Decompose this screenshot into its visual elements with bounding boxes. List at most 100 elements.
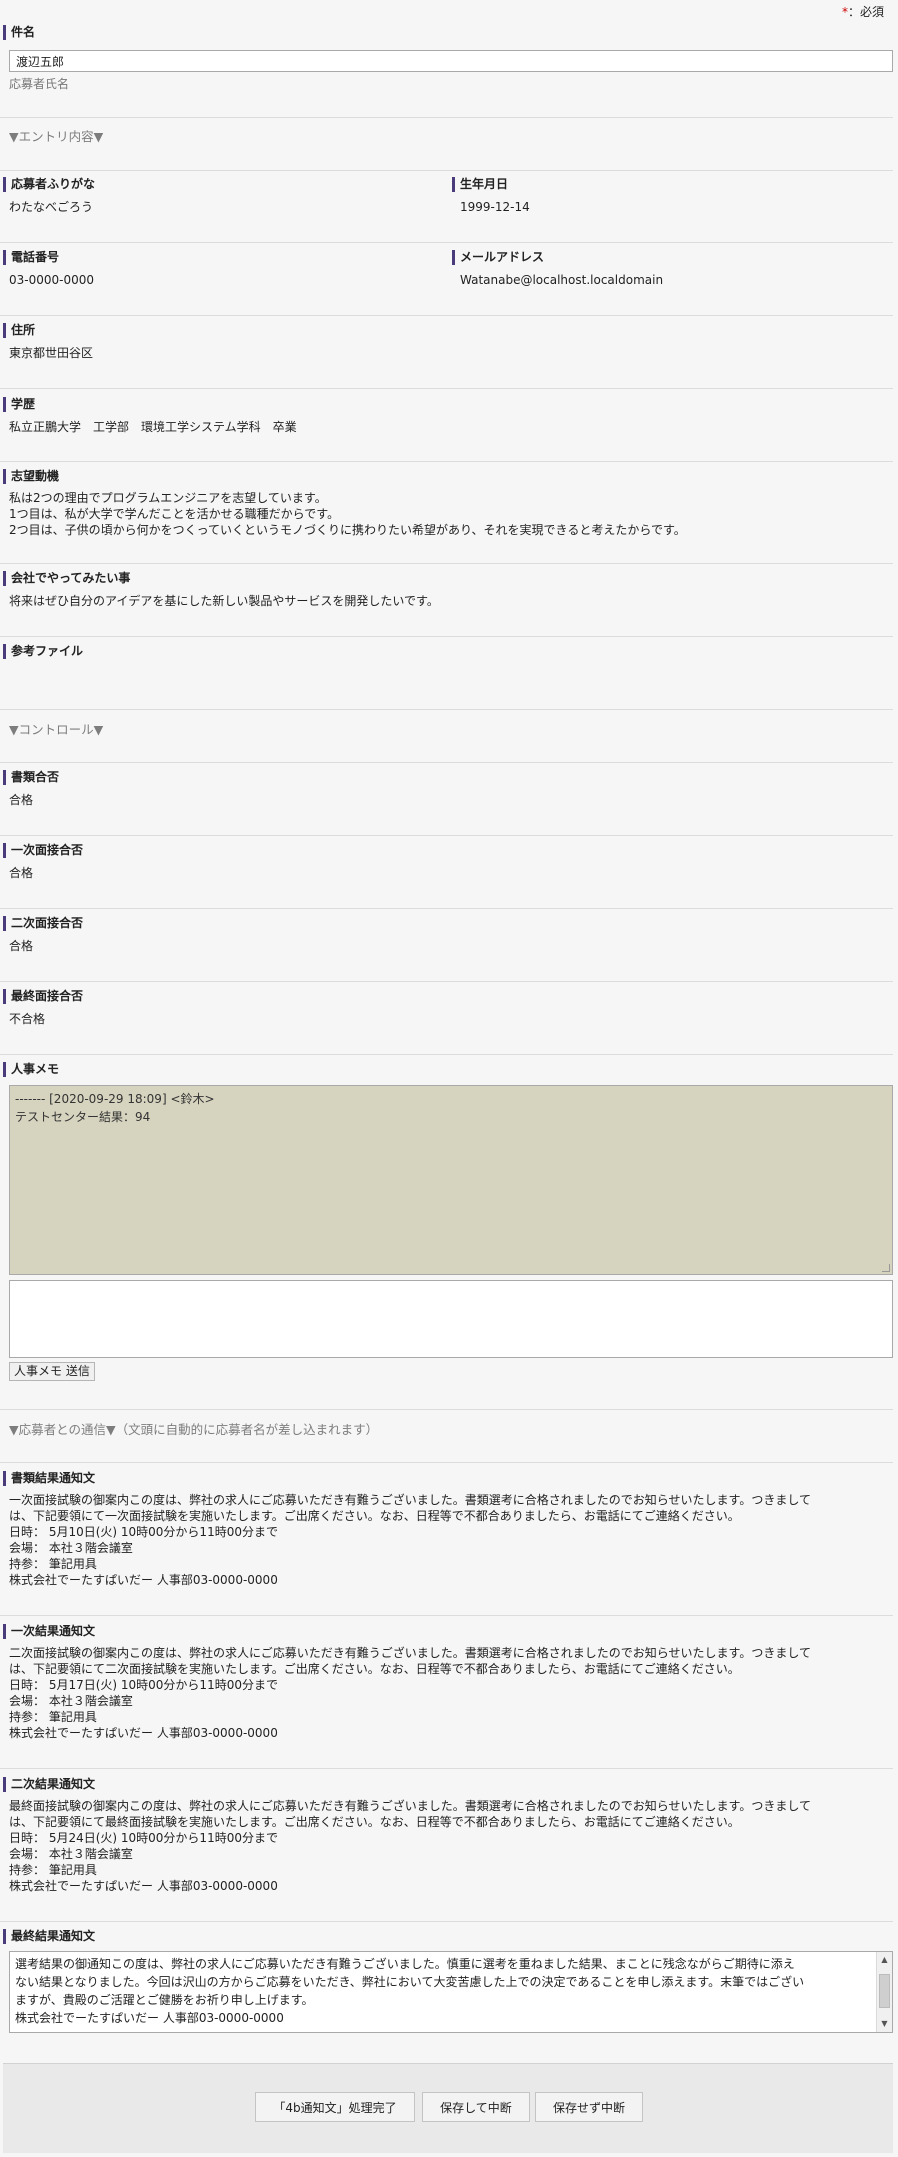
address-label: 住所: [3, 323, 35, 338]
required-note: *：必須: [842, 3, 884, 20]
notice-line: 株式会社でーたすぱいだー 人事部03-0000-0000: [15, 2011, 284, 2025]
divider: [0, 636, 893, 637]
notice-line: 日時： 5月17日(火) 10時00分から11時00分まで: [9, 1678, 278, 1692]
vertical-scrollbar[interactable]: ▲ ▼: [876, 1952, 892, 2032]
divider: [0, 1462, 893, 1463]
address-value: 東京都世田谷区: [9, 346, 94, 360]
wish-value: 将来はぜひ自分のアイデアを基にした新しい製品やサービスを開発したいです。: [9, 594, 439, 608]
notice-line: 持参： 筆記用具: [9, 1557, 97, 1571]
education-value: 私立正鵬大学 工学部 環境工学システム学科 卒業: [9, 420, 297, 434]
divider: [0, 461, 893, 462]
subject-input[interactable]: [9, 50, 893, 72]
notice-line: 持参： 筆記用具: [9, 1710, 97, 1724]
education-label: 学歴: [3, 397, 35, 412]
entry-section-heading: ▼エントリ内容▼: [9, 129, 104, 144]
divider: [0, 388, 893, 389]
second-notice-label: 二次結果通知文: [3, 1777, 95, 1792]
divider: [0, 835, 893, 836]
first-pass-value: 合格: [9, 866, 34, 880]
hr-memo-label: 人事メモ: [3, 1062, 59, 1077]
phone-value: 03-0000-0000: [9, 273, 95, 287]
notice-line: ますが、貴殿のご活躍とご健勝をお祈り申し上げます。: [15, 1993, 314, 2007]
final-notice-textarea[interactable]: 選考結果の御通知この度は、弊社の求人にご応募いただき有難うございました。慎重に選…: [9, 1951, 893, 2033]
subject-label: 件名: [3, 25, 35, 40]
notice-line: 会場： 本社３階会議室: [9, 1694, 133, 1708]
motivation-line: 2つ目は、子供の頃から何かをつくっていくというモノづくりに携わりたい希望があり、…: [9, 523, 686, 537]
divider: [0, 315, 893, 316]
divider: [0, 762, 893, 763]
notice-line: 会場： 本社３階会議室: [9, 1541, 133, 1555]
divider: [0, 1054, 893, 1055]
comm-section-heading: ▼応募者との通信▼（文頭に自動的に応募者名が差し込まれます）: [9, 1422, 379, 1437]
hr-memo-input[interactable]: [9, 1280, 893, 1358]
divider: [0, 1768, 893, 1769]
divider: [0, 1921, 893, 1922]
motivation-text: 私は2つの理由でプログラムエンジニアを志望しています。 1つ目は、私が大学で学ん…: [9, 490, 889, 538]
first-pass-label: 一次面接合否: [3, 843, 83, 858]
final-pass-value: 不合格: [9, 1012, 46, 1026]
notice-line: 持参： 筆記用具: [9, 1863, 97, 1877]
divider: [0, 709, 893, 710]
divider: [0, 1409, 893, 1410]
required-note-text: ：必須: [847, 5, 884, 19]
notice-line: 日時： 5月24日(火) 10時00分から11時00分まで: [9, 1831, 278, 1845]
wish-label: 会社でやってみたい事: [3, 571, 130, 586]
application-form: *：必須 件名 応募者氏名 ▼エントリ内容▼ 応募者ふりがな わたなべごろう 生…: [0, 0, 898, 2157]
email-label: メールアドレス: [452, 250, 544, 265]
notice-line: 株式会社でーたすぱいだー 人事部03-0000-0000: [9, 1726, 278, 1740]
doc-notice-label: 書類結果通知文: [3, 1471, 95, 1486]
notice-line: 選考結果の御通知この度は、弊社の求人にご応募いただき有難うございました。慎重に選…: [15, 1957, 795, 1971]
notice-line: 最終面接試験の御案内この度は、弊社の求人にご応募いただき有難うございました。書類…: [9, 1799, 811, 1813]
hr-memo-log-line: ------- [2020-09-29 18:09] <鈴木>: [15, 1092, 215, 1106]
control-section-heading: ▼コントロール▼: [9, 722, 104, 737]
scroll-down-icon[interactable]: ▼: [877, 2016, 892, 2032]
motivation-line: 私は2つの理由でプログラムエンジニアを志望しています。: [9, 491, 327, 505]
notice-line: 日時： 5月10日(火) 10時00分から11時00分まで: [9, 1525, 278, 1539]
notice-line: は、下記要領にて最終面接試験を実施いたします。ご出席ください。なお、日程等で不都…: [9, 1815, 740, 1829]
notice-line: 株式会社でーたすぱいだー 人事部03-0000-0000: [9, 1573, 278, 1587]
divider: [0, 170, 893, 171]
save-suspend-button[interactable]: 保存して中断: [422, 2092, 530, 2122]
motivation-label: 志望動機: [3, 469, 59, 484]
divider: [0, 908, 893, 909]
notice-line: 会場： 本社３階会議室: [9, 1847, 133, 1861]
notice-line: ない結果となりました。今回は沢山の方からご応募をいただき、弊社において大変苦慮し…: [15, 1975, 805, 1989]
notice-line: は、下記要領にて二次面接試験を実施いたします。ご出席ください。なお、日程等で不都…: [9, 1662, 740, 1676]
birth-label: 生年月日: [452, 177, 508, 192]
final-notice-text: 選考結果の御通知この度は、弊社の求人にご応募いただき有難うございました。慎重に選…: [15, 1955, 870, 2027]
doc-pass-label: 書類合否: [3, 770, 59, 785]
files-label: 参考ファイル: [3, 644, 83, 659]
scroll-thumb[interactable]: [879, 1974, 890, 2008]
final-pass-label: 最終面接合否: [3, 989, 83, 1004]
divider: [0, 981, 893, 982]
second-pass-value: 合格: [9, 939, 34, 953]
doc-notice-text: 一次面接試験の御案内この度は、弊社の求人にご応募いただき有難うございました。書類…: [9, 1492, 889, 1588]
notice-line: 一次面接試験の御案内この度は、弊社の求人にご応募いただき有難うございました。書類…: [9, 1493, 811, 1507]
kana-label: 応募者ふりがな: [3, 177, 95, 192]
email-value: Watanabe@localhost.localdomain: [460, 273, 664, 287]
divider: [0, 117, 893, 118]
notice-line: 株式会社でーたすぱいだー 人事部03-0000-0000: [9, 1879, 278, 1893]
first-notice-text: 二次面接試験の御案内この度は、弊社の求人にご応募いただき有難うございました。書類…: [9, 1645, 889, 1741]
kana-value: わたなべごろう: [9, 200, 94, 214]
subject-hint: 応募者氏名: [9, 77, 70, 91]
divider: [0, 1615, 893, 1616]
second-notice-text: 最終面接試験の御案内この度は、弊社の求人にご応募いただき有難うございました。書類…: [9, 1798, 889, 1894]
doc-pass-value: 合格: [9, 793, 34, 807]
hr-memo-send-button[interactable]: 人事メモ 送信: [9, 1362, 95, 1381]
notice-line: は、下記要領にて一次面接試験を実施いたします。ご出席ください。なお、日程等で不都…: [9, 1509, 740, 1523]
scroll-up-icon[interactable]: ▲: [877, 1952, 892, 1968]
divider: [0, 563, 893, 564]
hr-memo-log: ------- [2020-09-29 18:09] <鈴木> テストセンター結…: [9, 1085, 893, 1275]
first-notice-label: 一次結果通知文: [3, 1624, 95, 1639]
divider: [0, 242, 893, 243]
motivation-line: 1つ目は、私が大学で学んだことを活かせる職種だからです。: [9, 507, 340, 521]
resize-grip-icon: [882, 1264, 890, 1272]
hr-memo-log-line: テストセンター結果：94: [15, 1110, 151, 1124]
notice-line: 二次面接試験の御案内この度は、弊社の求人にご応募いただき有難うございました。書類…: [9, 1646, 811, 1660]
second-pass-label: 二次面接合否: [3, 916, 83, 931]
nosave-suspend-button[interactable]: 保存せず中断: [535, 2092, 643, 2122]
final-notice-label: 最終結果通知文: [3, 1929, 95, 1944]
phone-label: 電話番号: [3, 250, 59, 265]
complete-button[interactable]: 「4b通知文」処理完了: [255, 2092, 415, 2122]
